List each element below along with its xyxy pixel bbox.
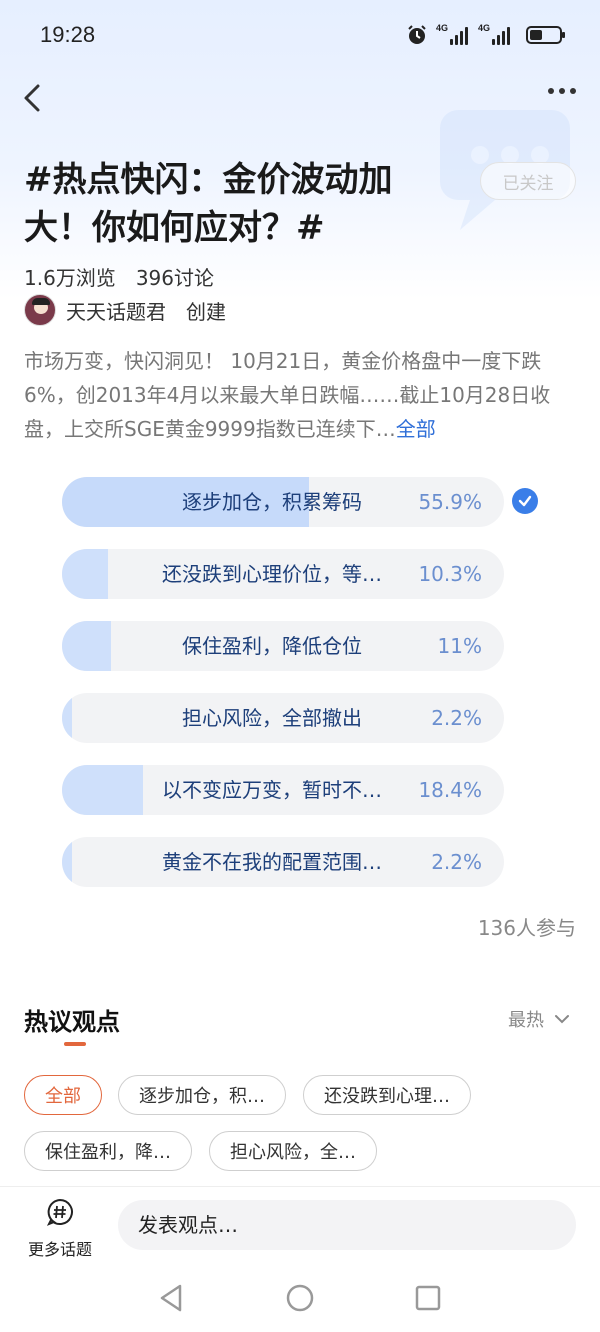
- poll-option-label: 还没跌到心理价位，等…: [162, 562, 382, 586]
- chip-option-2[interactable]: 还没跌到心理…: [303, 1075, 471, 1115]
- poll-option-percent: 2.2%: [431, 850, 482, 874]
- status-icons: 4G 4G: [406, 23, 565, 46]
- poll-option-label: 黄金不在我的配置范围…: [162, 850, 382, 874]
- poll-option-percent: 10.3%: [418, 562, 482, 586]
- creator-name[interactable]: 天天话题君: [66, 296, 166, 325]
- topic-stats: 1.6万浏览 396讨论: [24, 262, 214, 291]
- sort-label: 最热: [508, 1010, 544, 1031]
- comment-input[interactable]: 发表观点…: [118, 1200, 576, 1250]
- poll-option[interactable]: 还没跌到心理价位，等… 10.3%: [62, 549, 504, 599]
- creator-role: 创建: [186, 299, 226, 324]
- poll-option[interactable]: 保住盈利，降低仓位 11%: [62, 621, 504, 671]
- home-circle-icon[interactable]: [284, 1282, 316, 1314]
- poll-option-label: 保住盈利，降低仓位: [182, 634, 362, 658]
- poll-option[interactable]: 担心风险，全部撤出 2.2%: [62, 693, 504, 743]
- poll-option-percent: 2.2%: [431, 706, 482, 730]
- system-navigation-bar: [0, 1264, 600, 1332]
- back-arrow-icon[interactable]: [16, 80, 52, 116]
- poll-option-fill: [62, 693, 72, 743]
- follow-button[interactable]: 已关注: [480, 162, 576, 200]
- participants-count: 136人参与: [477, 916, 576, 940]
- poll-option-label: 逐步加仓，积累筹码: [182, 490, 362, 514]
- description-text: 市场万变，快闪洞见！ 10月21日，黄金价格盘中一度下跌6%，创2013年4月以…: [24, 349, 551, 441]
- poll-option-label: 担心风险，全部撤出: [182, 706, 362, 730]
- selected-check-icon: [512, 488, 538, 514]
- chevron-down-icon: [555, 1015, 569, 1024]
- battery-icon: [526, 26, 565, 44]
- topic-title: #热点快闪：金价波动加大！你如何应对？#: [24, 160, 393, 248]
- poll-option-fill: [62, 837, 72, 887]
- poll-option-fill: [62, 765, 144, 815]
- back-triangle-icon[interactable]: [156, 1282, 188, 1314]
- signal-strength-icon: 4G: [436, 23, 470, 45]
- signal-strength-icon-2: 4G: [478, 23, 512, 45]
- signal-label-2: 4G: [478, 23, 491, 33]
- poll: 逐步加仓，积累筹码 55.9% 还没跌到心理价位，等… 10.3% 保住盈利，降低仓位 1…: [62, 477, 542, 909]
- poll-option-fill: [62, 549, 108, 599]
- creator-info[interactable]: 天天话题君 创建: [24, 294, 226, 326]
- more-topics-label: 更多话题: [27, 1240, 92, 1259]
- topic-description: 市场万变，快闪洞见！ 10月21日，黄金价格盘中一度下跌6%，创2013年4月以…: [24, 344, 572, 446]
- sort-dropdown[interactable]: 最热: [508, 1006, 570, 1032]
- poll-option-label: 以不变应万变，暂时不…: [162, 778, 382, 802]
- chip-option-1[interactable]: 逐步加仓，积…: [118, 1075, 286, 1115]
- poll-option-fill: [62, 621, 111, 671]
- chip-all[interactable]: 全部: [24, 1075, 102, 1115]
- chip-option-3[interactable]: 保住盈利，降…: [24, 1131, 192, 1171]
- poll-option-percent: 18.4%: [418, 778, 482, 802]
- more-options-icon[interactable]: [548, 88, 576, 94]
- status-time: 19:28: [40, 22, 96, 47]
- section-title-underline: [64, 1042, 86, 1046]
- poll-option[interactable]: 以不变应万变，暂时不… 18.4%: [62, 765, 504, 815]
- hashtag-bubble-icon: [46, 1198, 73, 1226]
- poll-option-percent: 55.9%: [418, 490, 482, 514]
- section-title: 热议观点: [24, 1008, 120, 1036]
- more-topics-button[interactable]: 更多话题: [24, 1198, 96, 1260]
- alarm-icon: [408, 25, 426, 44]
- signal-label: 4G: [436, 23, 449, 33]
- poll-option[interactable]: 逐步加仓，积累筹码 55.9%: [62, 477, 504, 527]
- avatar[interactable]: [24, 294, 56, 326]
- discussions-count: 396讨论: [135, 266, 214, 290]
- bottom-divider: [0, 1186, 600, 1187]
- poll-option-percent: 11%: [437, 634, 482, 658]
- expand-description-link[interactable]: 全部: [396, 417, 436, 441]
- status-bar: 19:28 4G 4G: [0, 0, 600, 72]
- poll-option[interactable]: 黄金不在我的配置范围… 2.2%: [62, 837, 504, 887]
- recents-square-icon[interactable]: [412, 1282, 444, 1314]
- views-count: 1.6万浏览: [24, 266, 116, 290]
- chip-option-4[interactable]: 担心风险，全…: [209, 1131, 377, 1171]
